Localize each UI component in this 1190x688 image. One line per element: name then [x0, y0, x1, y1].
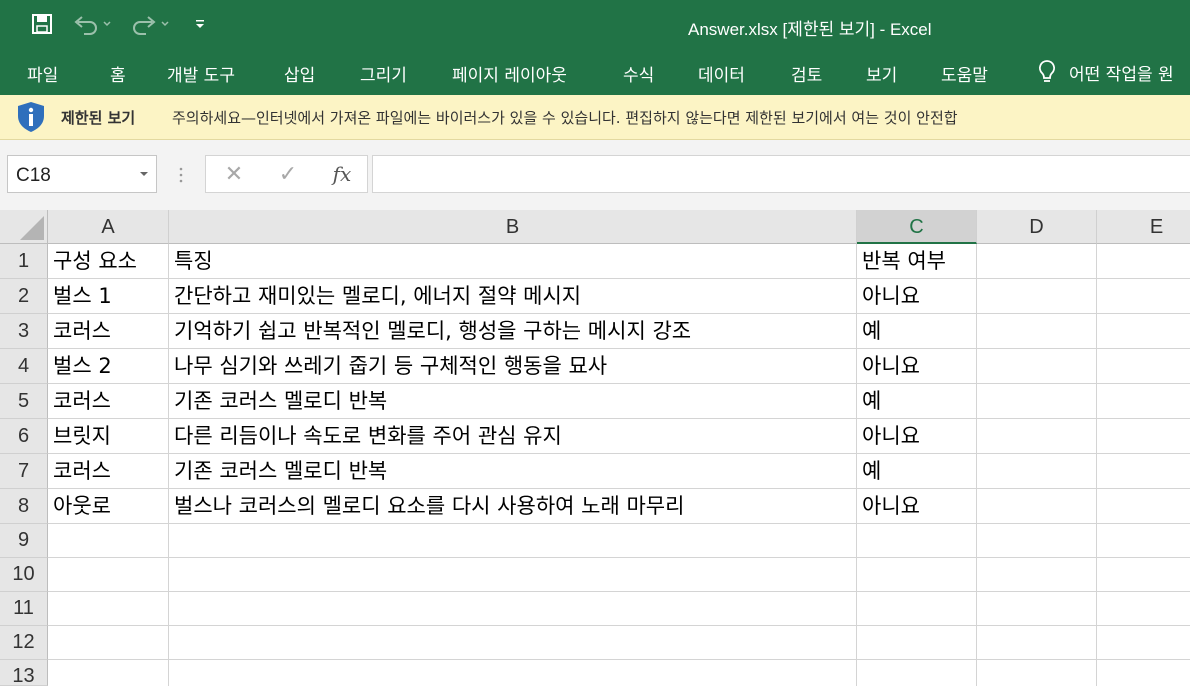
formula-bar: C18 ✕ ✓ fx: [0, 140, 1190, 210]
cell-c1[interactable]: 반복 여부: [857, 244, 976, 279]
chevron-down-icon[interactable]: [140, 172, 148, 176]
message-title: 제한된 보기: [61, 109, 136, 127]
cell-a7[interactable]: 코러스: [48, 454, 168, 489]
tab-home[interactable]: 홈: [110, 61, 126, 86]
row-header[interactable]: 12: [0, 626, 48, 660]
row-header[interactable]: 13: [0, 660, 48, 687]
drag-handle-icon[interactable]: [178, 166, 184, 188]
cell-c3[interactable]: 예: [857, 314, 976, 349]
title-bar: Answer.xlsx [제한된 보기] - Excel: [0, 0, 1190, 51]
cell-a1[interactable]: 구성 요소: [48, 244, 168, 279]
tab-formulas[interactable]: 수식: [623, 61, 654, 86]
row-header[interactable]: 2: [0, 279, 48, 314]
cell-a6[interactable]: 브릿지: [48, 419, 168, 454]
cell-a2[interactable]: 벌스 1: [48, 279, 168, 314]
row-header[interactable]: 4: [0, 349, 48, 384]
row-header[interactable]: 7: [0, 454, 48, 489]
lightbulb-icon: [1037, 59, 1057, 85]
select-all-button[interactable]: [0, 210, 48, 244]
gridline: [48, 659, 1190, 660]
cell-a3[interactable]: 코러스: [48, 314, 168, 349]
save-icon[interactable]: [30, 10, 54, 38]
cell-c5[interactable]: 예: [857, 384, 976, 419]
protected-view-bar: 제한된 보기 주의하세요—인터넷에서 가져온 파일에는 바이러스가 있을 수 있…: [0, 95, 1190, 140]
cell-a5[interactable]: 코러스: [48, 384, 168, 419]
row-header[interactable]: 11: [0, 592, 48, 626]
undo-icon[interactable]: [72, 10, 116, 38]
row-header[interactable]: 8: [0, 489, 48, 524]
cell-b6[interactable]: 다른 리듬이나 속도로 변화를 주어 관심 유지: [169, 419, 856, 454]
cell-c2[interactable]: 아니요: [857, 279, 976, 314]
formula-input[interactable]: [372, 155, 1190, 193]
row-header[interactable]: 5: [0, 384, 48, 419]
cell-b4[interactable]: 나무 심기와 쓰레기 줍기 등 구체적인 행동을 묘사: [169, 349, 856, 384]
cell-b8[interactable]: 벌스나 코러스의 멜로디 요소를 다시 사용하여 노래 마무리: [169, 489, 856, 524]
column-header-e[interactable]: E: [1097, 210, 1190, 244]
cell-b1[interactable]: 특징: [169, 244, 856, 279]
cell-b5[interactable]: 기존 코러스 멜로디 반복: [169, 384, 856, 419]
cell-c7[interactable]: 예: [857, 454, 976, 489]
sheet-grid: A B C D E 1 2 3 4 5 6 7 8 9 10 11 12 13 …: [0, 210, 1190, 687]
cell-b3[interactable]: 기억하기 쉽고 반복적인 멜로디, 행성을 구하는 메시지 강조: [169, 314, 856, 349]
cell-b7[interactable]: 기존 코러스 멜로디 반복: [169, 454, 856, 489]
tab-help[interactable]: 도움말: [941, 61, 988, 86]
tab-file[interactable]: 파일: [27, 61, 58, 86]
gridline: [976, 244, 977, 686]
row-header[interactable]: 1: [0, 244, 48, 279]
tell-me-text: 어떤 작업을 원: [1069, 64, 1174, 85]
tab-review[interactable]: 검토: [791, 61, 822, 86]
column-header-c[interactable]: C: [857, 210, 977, 244]
window-title: Answer.xlsx [제한된 보기] - Excel: [688, 20, 932, 39]
tab-data[interactable]: 데이터: [698, 61, 745, 86]
name-box-value: C18: [16, 165, 51, 186]
cell-c4[interactable]: 아니요: [857, 349, 976, 384]
tab-developer[interactable]: 개발 도구: [167, 61, 235, 86]
info-shield-icon: [16, 101, 46, 137]
message-text: 주의하세요—인터넷에서 가져온 파일에는 바이러스가 있을 수 있습니다. 편집…: [172, 109, 958, 127]
gridline: [48, 591, 1190, 592]
gridline: [48, 557, 1190, 558]
cell-c6[interactable]: 아니요: [857, 419, 976, 454]
row-header[interactable]: 3: [0, 314, 48, 349]
tab-insert[interactable]: 삽입: [284, 61, 315, 86]
redo-icon[interactable]: [128, 10, 172, 38]
column-header-b[interactable]: B: [169, 210, 857, 244]
cancel-icon[interactable]: ✕: [216, 156, 252, 192]
gridline: [48, 625, 1190, 626]
gridline: [1096, 244, 1097, 686]
tell-me-box[interactable]: 어떤 작업을 원: [1037, 59, 1174, 85]
cell-c8[interactable]: 아니요: [857, 489, 976, 524]
cell-a8[interactable]: 아웃로: [48, 489, 168, 524]
cell-b2[interactable]: 간단하고 재미있는 멜로디, 에너지 절약 메시지: [169, 279, 856, 314]
column-header-d[interactable]: D: [977, 210, 1097, 244]
row-header[interactable]: 9: [0, 524, 48, 558]
enter-icon[interactable]: ✓: [270, 156, 306, 192]
tab-page-layout[interactable]: 페이지 레이아웃: [452, 61, 567, 86]
row-header[interactable]: 10: [0, 558, 48, 592]
formula-buttons: ✕ ✓ fx: [205, 155, 368, 193]
tab-draw[interactable]: 그리기: [360, 61, 407, 86]
row-header[interactable]: 6: [0, 419, 48, 454]
name-box[interactable]: C18: [7, 155, 157, 193]
customize-icon[interactable]: [192, 10, 208, 38]
tab-view[interactable]: 보기: [866, 61, 897, 86]
ribbon: 파일 홈 개발 도구 삽입 그리기 페이지 레이아웃 수식 데이터 검토 보기 …: [0, 51, 1190, 95]
column-header-a[interactable]: A: [48, 210, 169, 244]
insert-function-icon[interactable]: fx: [324, 156, 360, 192]
cell-a4[interactable]: 벌스 2: [48, 349, 168, 384]
